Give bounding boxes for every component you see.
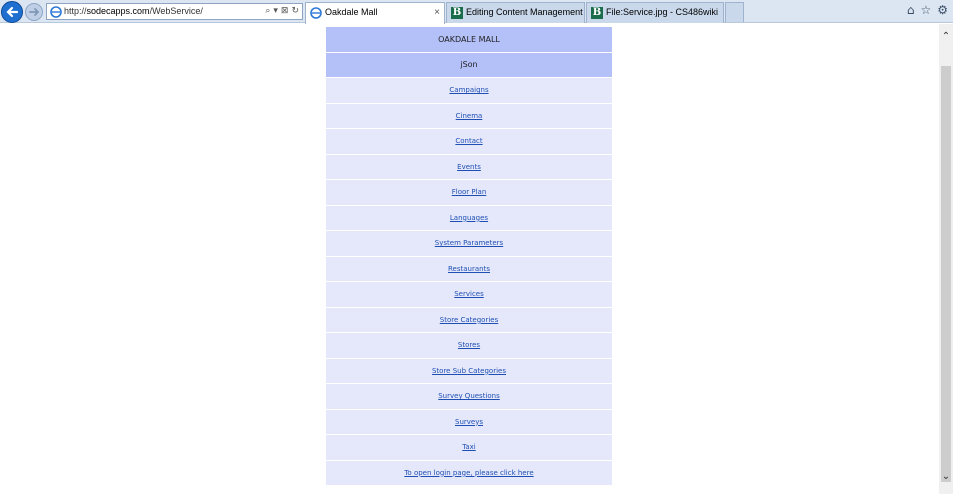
tab-file-service[interactable]: B File:Service.jpg - CS486wiki: [586, 2, 724, 23]
link-events[interactable]: Events: [457, 163, 481, 171]
list-item: Stores: [326, 333, 612, 359]
list-item: Surveys: [326, 409, 612, 435]
address-bar[interactable]: http://sodecapps.com/WebService/ ⌕ ▾ ⊠ ↻: [46, 3, 303, 20]
link-restaurants[interactable]: Restaurants: [448, 265, 490, 273]
ie-page-icon: [50, 6, 62, 18]
tab-label: Editing Content Management ...: [466, 7, 585, 17]
list-item: Survey Questions: [326, 384, 612, 410]
address-url: http://sodecapps.com/WebService/: [64, 6, 203, 16]
favorites-star-icon[interactable]: ☆: [920, 3, 931, 17]
list-item: System Parameters: [326, 231, 612, 257]
link-surveys[interactable]: Surveys: [455, 418, 483, 426]
tab-editing-content[interactable]: B Editing Content Management ...: [446, 2, 585, 23]
back-button[interactable]: [1, 1, 23, 23]
list-item: Restaurants: [326, 256, 612, 282]
link-cinema[interactable]: Cinema: [456, 112, 483, 120]
link-store-categories[interactable]: Store Categories: [440, 316, 498, 324]
back-arrow-icon: [6, 6, 19, 18]
link-contact[interactable]: Contact: [455, 137, 482, 145]
scroll-up-chevron-icon[interactable]: ⌃: [939, 30, 953, 44]
search-icon[interactable]: ⌕: [265, 5, 270, 18]
link-campaigns[interactable]: Campaigns: [449, 86, 488, 94]
tools-gear-icon[interactable]: ⚙: [937, 3, 948, 17]
list-item: To open login page, please click here: [326, 460, 612, 486]
service-menu-panel: OAKDALE MALL jSon Campaigns Cinema Contact…: [326, 27, 612, 486]
link-stores[interactable]: Stores: [458, 341, 480, 349]
service-links-list: Campaigns Cinema Contact Events Floor Plan La…: [326, 78, 612, 486]
link-store-sub-categories[interactable]: Store Sub Categories: [432, 367, 506, 375]
scroll-down-chevron-icon[interactable]: ⌄: [939, 470, 953, 484]
link-floor-plan[interactable]: Floor Plan: [452, 188, 487, 196]
page-title: OAKDALE MALL: [326, 27, 612, 53]
list-item: Taxi: [326, 435, 612, 461]
vertical-scrollbar[interactable]: ⌃ ⌄: [939, 24, 953, 494]
list-item: Services: [326, 282, 612, 308]
link-services[interactable]: Services: [454, 290, 484, 298]
tab-oakdale-mall[interactable]: Oakdale Mall ×: [305, 2, 445, 24]
list-item: Store Categories: [326, 307, 612, 333]
search-dropdown-icon[interactable]: ▾: [273, 5, 278, 18]
list-item: Floor Plan: [326, 180, 612, 206]
list-item: Cinema: [326, 103, 612, 129]
wiki-favicon-icon: B: [591, 7, 603, 19]
new-tab-button[interactable]: [725, 2, 744, 22]
link-taxi[interactable]: Taxi: [462, 443, 476, 451]
close-tab-icon[interactable]: ×: [434, 3, 440, 22]
refresh-icon[interactable]: ↻: [291, 5, 299, 18]
scrollbar-thumb[interactable]: [941, 66, 951, 482]
wiki-favicon-icon: B: [451, 7, 463, 19]
link-languages[interactable]: Languages: [450, 214, 488, 222]
forward-arrow-icon: [29, 8, 40, 16]
list-item: Events: [326, 154, 612, 180]
page-subtitle: jSon: [326, 52, 612, 78]
tab-label: Oakdale Mall: [325, 7, 378, 17]
browser-toolbar: http://sodecapps.com/WebService/ ⌕ ▾ ⊠ ↻…: [0, 0, 953, 24]
link-survey-questions[interactable]: Survey Questions: [438, 392, 500, 400]
link-to-open-login-page-please-click-here[interactable]: To open login page, please click here: [404, 469, 533, 477]
list-item: Contact: [326, 129, 612, 155]
tab-label: File:Service.jpg - CS486wiki: [606, 7, 719, 17]
list-item: Store Sub Categories: [326, 358, 612, 384]
list-item: Languages: [326, 205, 612, 231]
ie-tab-icon: [310, 7, 322, 19]
compatibility-view-icon[interactable]: ⊠: [281, 5, 289, 18]
forward-button[interactable]: [25, 3, 43, 21]
home-icon[interactable]: ⌂: [907, 3, 915, 17]
link-system-parameters[interactable]: System Parameters: [435, 239, 503, 247]
list-item: Campaigns: [326, 78, 612, 104]
